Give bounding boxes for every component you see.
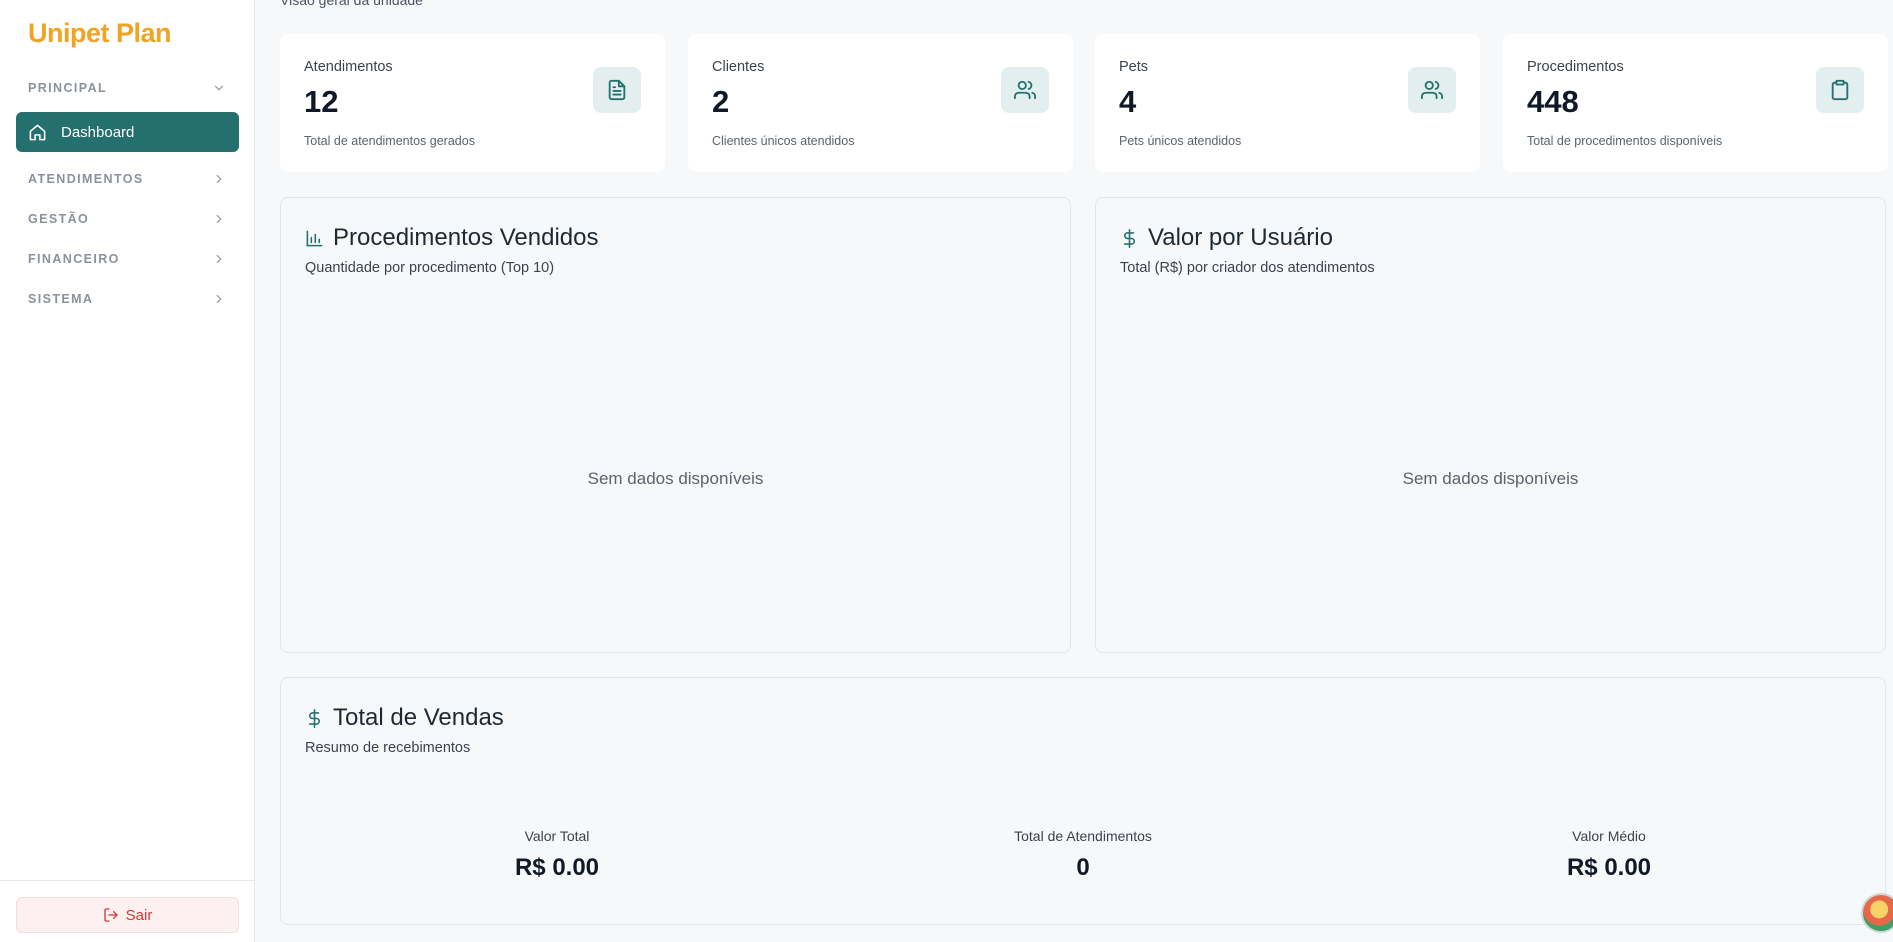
nav-section-sistema[interactable]: SISTEMA bbox=[28, 288, 226, 310]
metric-label: Valor Médio bbox=[1572, 828, 1646, 844]
stat-description: Total de procedimentos disponíveis bbox=[1527, 134, 1723, 148]
file-text-icon bbox=[608, 79, 626, 101]
users-icon bbox=[1014, 80, 1036, 100]
chevron-right-icon bbox=[216, 294, 222, 304]
stat-value: 448 bbox=[1527, 84, 1579, 119]
nav-section-label: ATENDIMENTOS bbox=[28, 172, 144, 186]
chevron-right-icon bbox=[216, 254, 222, 264]
nav-section-principal[interactable]: PRINCIPAL bbox=[28, 77, 226, 99]
dollar-sign-icon bbox=[1123, 228, 1135, 248]
users-icon bbox=[1421, 80, 1443, 100]
nav-section-gestao[interactable]: GESTÃO bbox=[28, 208, 226, 230]
log-out-icon bbox=[103, 908, 118, 922]
procedures-sold-panel: Procedimentos Vendidos Quantidade por pr… bbox=[280, 197, 1071, 653]
metric-value: R$ 0.00 bbox=[1566, 854, 1652, 881]
panel-subtitle: Total (R$) por criador dos atendimentos bbox=[1120, 260, 1375, 276]
logout-button[interactable]: Sair bbox=[16, 897, 239, 933]
metric-value: 0 bbox=[1076, 854, 1090, 881]
panel-title: Valor por Usuário bbox=[1120, 224, 1333, 252]
stat-description: Pets únicos atendidos bbox=[1119, 134, 1242, 148]
stat-card-atendimentos: Atendimentos 12 Total de atendimentos ge… bbox=[280, 34, 665, 172]
panel-title-text: Total de Vendas bbox=[333, 704, 504, 731]
panel-title: Total de Vendas bbox=[305, 704, 504, 732]
dollar-sign-icon bbox=[308, 708, 320, 728]
stat-description: Total de atendimentos gerados bbox=[304, 134, 475, 148]
stat-value: 4 bbox=[1119, 84, 1137, 119]
nav-section-label: FINANCEIRO bbox=[28, 252, 120, 266]
stat-label: Clientes bbox=[712, 59, 765, 75]
panel-title-text: Valor por Usuário bbox=[1148, 224, 1333, 251]
panel-subtitle: Resumo de recebimentos bbox=[305, 740, 471, 756]
bar-chart-icon bbox=[306, 230, 323, 246]
sidebar-item-label: Dashboard bbox=[61, 123, 135, 141]
stat-label: Pets bbox=[1119, 59, 1149, 75]
stat-icon-box bbox=[1408, 67, 1456, 113]
sidebar: Unipet Plan PRINCIPAL Dashboard ATENDIME… bbox=[0, 0, 255, 942]
clipboard-icon bbox=[1831, 79, 1849, 101]
stat-icon-box bbox=[593, 67, 641, 113]
panel-subtitle: Quantidade por procedimento (Top 10) bbox=[305, 260, 555, 276]
metric-label: Total de Atendimentos bbox=[1014, 828, 1152, 844]
metric-label: Valor Total bbox=[524, 828, 590, 844]
assistant-avatar-icon[interactable] bbox=[1861, 893, 1893, 933]
metric-total-atendimentos: Total de Atendimentos 0 bbox=[933, 828, 1233, 882]
stat-card-clientes: Clientes 2 Clientes únicos atendidos bbox=[688, 34, 1073, 172]
stat-value: 12 bbox=[304, 84, 339, 119]
metric-valor-total: Valor Total R$ 0.00 bbox=[407, 828, 707, 882]
stat-icon-box bbox=[1001, 67, 1049, 113]
panel-title-text: Procedimentos Vendidos bbox=[333, 224, 599, 251]
metric-valor-medio: Valor Médio R$ 0.00 bbox=[1459, 828, 1759, 882]
stat-card-pets: Pets 4 Pets únicos atendidos bbox=[1095, 34, 1480, 172]
nav-section-label: GESTÃO bbox=[28, 212, 90, 226]
chevron-right-icon bbox=[216, 214, 222, 224]
nav-section-label: SISTEMA bbox=[28, 292, 94, 306]
home-icon bbox=[29, 124, 46, 140]
value-per-user-panel: Valor por Usuário Total (R$) por criador… bbox=[1095, 197, 1886, 653]
panel-title: Procedimentos Vendidos bbox=[305, 224, 599, 252]
stat-label: Procedimentos bbox=[1527, 59, 1624, 75]
stat-value: 2 bbox=[712, 84, 730, 119]
app-logo[interactable]: Unipet Plan bbox=[28, 18, 172, 49]
empty-state-message: Sem dados disponíveis bbox=[587, 469, 764, 488]
chevron-down-icon bbox=[214, 85, 224, 91]
stat-card-procedimentos: Procedimentos 448 Total de procedimentos… bbox=[1503, 34, 1888, 172]
metric-value: R$ 0.00 bbox=[514, 854, 600, 881]
sidebar-item-dashboard[interactable]: Dashboard bbox=[16, 112, 239, 152]
logout-label: Sair bbox=[125, 906, 153, 924]
empty-state-message: Sem dados disponíveis bbox=[1402, 469, 1579, 488]
total-sales-panel: Total de Vendas Resumo de recebimentos V… bbox=[280, 677, 1886, 925]
chevron-right-icon bbox=[216, 174, 222, 184]
stat-description: Clientes únicos atendidos bbox=[712, 134, 855, 148]
sidebar-divider bbox=[0, 880, 255, 881]
page-subtitle: Visão geral da unidade bbox=[280, 0, 423, 8]
nav-section-financeiro[interactable]: FINANCEIRO bbox=[28, 248, 226, 270]
nav-section-atendimentos[interactable]: ATENDIMENTOS bbox=[28, 168, 226, 190]
nav-section-label: PRINCIPAL bbox=[28, 81, 108, 95]
stat-label: Atendimentos bbox=[304, 59, 393, 75]
stat-icon-box bbox=[1816, 67, 1864, 113]
